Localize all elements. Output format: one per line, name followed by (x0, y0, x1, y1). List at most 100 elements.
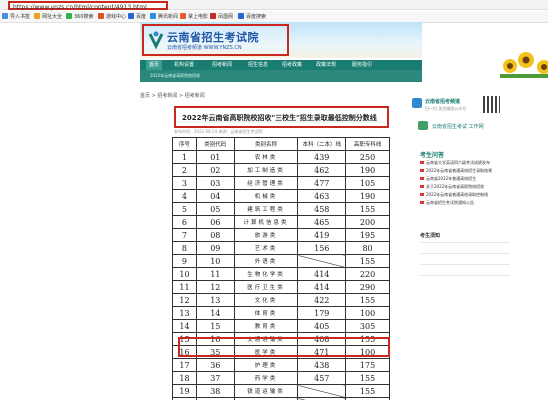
table-header-cell: 高职专科线 (345, 137, 390, 151)
bookmark-item[interactable]: 凤凰网 (210, 13, 233, 21)
table-cell: 155 (345, 254, 390, 268)
bookmark-icon (98, 13, 104, 19)
table-cell: 旅游类 (233, 228, 299, 242)
table-cell: 计算机信息类 (233, 215, 299, 229)
table-cell: 414 (297, 267, 347, 281)
table-row: 2 02 加工制造类 462 190 (172, 163, 390, 177)
table-cell: 155 (345, 371, 390, 385)
table-cell: 12 (172, 293, 197, 307)
breadcrumb[interactable]: 首页 > 招考新闻 > 招考新闻 (140, 92, 205, 99)
highlighted-row-marker (178, 337, 390, 357)
table-cell: 220 (345, 267, 390, 281)
divider (420, 264, 510, 265)
table-cell (297, 384, 347, 398)
table-cell: 179 (297, 306, 347, 320)
bookmark-icon (2, 13, 8, 19)
table-cell (297, 254, 347, 268)
nav-item-org[interactable]: 机构设置 (174, 60, 194, 70)
table-cell: 护理类 (233, 358, 299, 372)
table-cell: 体育类 (233, 306, 299, 320)
sidebar-app-title[interactable]: 云南省招考频道 (425, 98, 460, 105)
nav-item-admission[interactable]: 招生信息 (248, 60, 268, 70)
bookmark-item[interactable]: 游戏中心 (98, 13, 126, 21)
url-field[interactable]: https://www.ynzs.cn/html/content/4913.ht… (8, 1, 168, 11)
table-cell: 250 (345, 150, 390, 164)
table-cell: 6 (172, 215, 197, 229)
table-cell: 105 (345, 176, 390, 190)
table-cell: 155 (345, 202, 390, 216)
table-cell: 艺术类 (233, 241, 299, 255)
table-cell: 教育类 (233, 319, 299, 333)
nav-item-service[interactable]: 服务指引 (352, 60, 372, 70)
bookmark-item[interactable]: 掌上电影 (180, 13, 208, 21)
site-title: 云南省招生考试院 (167, 31, 259, 44)
table-cell: 文化类 (233, 293, 299, 307)
list-item[interactable]: 云南省大学英语四六级考试成绩发布 (420, 159, 510, 167)
list-item[interactable]: 2022年云南省普通高校招生录取结果 (420, 167, 510, 175)
table-cell: 机械类 (233, 189, 299, 203)
nav-item-laws[interactable]: 政策法规 (316, 60, 336, 70)
site-subtitle: 云南省招考频道 WWW.YNZS.CN (167, 45, 242, 51)
table-cell: 02 (195, 163, 235, 177)
table-row: 14 15 教育类 405 305 (172, 319, 390, 333)
screenshot-root: https://www.ynzs.cn/html/content/4913.ht… (0, 0, 548, 400)
table-row: 13 14 体育类 179 100 (172, 306, 390, 320)
sidebar-work-link[interactable]: 云南省招生考试 工作网 (432, 123, 484, 130)
table-row: 5 05 建筑工程类 458 155 (172, 202, 390, 216)
table-cell: 15 (195, 319, 235, 333)
list-item[interactable]: 2022年云南省普通高校录取控制线 (420, 191, 510, 199)
browser-address-bar: https://www.ynzs.cn/html/content/4913.ht… (0, 0, 548, 11)
logo-icon (148, 31, 164, 50)
list-item[interactable]: 关于2022年云南省高职院校招收 (420, 183, 510, 191)
table-cell: 457 (297, 371, 347, 385)
table-cell: 9 (172, 254, 197, 268)
table-cell: 462 (297, 163, 347, 177)
bookmark-item[interactable]: 腾讯新闻 (150, 13, 178, 21)
sunflower-decoration (500, 52, 548, 78)
bookmark-icon (128, 13, 134, 19)
subnav-text[interactable]: 2022年云南省高职院校招收 (150, 73, 200, 79)
table-cell: 155 (345, 384, 390, 398)
table-cell: 10 (195, 254, 235, 268)
app-icon (412, 98, 422, 108)
table-cell: 1 (172, 150, 197, 164)
bookmark-item[interactable]: 百度搜索 (238, 13, 266, 21)
table-row: 19 38 铁道运输类 155 (172, 384, 390, 398)
bookmark-icon (238, 13, 244, 19)
table-cell: 195 (345, 228, 390, 242)
table-cell: 80 (345, 241, 390, 255)
nav-item-home[interactable]: 首页 (146, 60, 163, 70)
bookmark-item[interactable]: 导入书签 (2, 13, 30, 21)
bookmark-item[interactable]: 百度 (128, 13, 146, 21)
bookmark-item[interactable]: 360搜索 (66, 13, 94, 21)
main-nav: 首页 机构设置 招考新闻 招生信息 招考政策 政策法规 服务指引 (140, 60, 422, 70)
divider (420, 275, 510, 276)
table-cell: 10 (172, 267, 197, 281)
qr-code-icon (483, 96, 500, 113)
list-item[interactable]: 云南省2022年普通高校招生 (420, 175, 510, 183)
table-cell: 13 (172, 306, 197, 320)
table-cell: 12 (195, 280, 235, 294)
bookmark-item[interactable]: 网址大全 (34, 13, 62, 21)
nav-item-news[interactable]: 招考新闻 (212, 60, 232, 70)
table-cell: 药学类 (233, 371, 299, 385)
list-item[interactable]: 云南省招生考试院通知公告 (420, 199, 510, 207)
work-site-icon (418, 121, 428, 130)
bookmark-icon (66, 13, 72, 19)
table-row: 4 04 机械类 463 190 (172, 189, 390, 203)
sidebar-notice-list (420, 242, 510, 286)
article-meta: 发布时间：2022-08-24 来源：云南省招生考试院 (174, 129, 263, 134)
table-header-cell: 类别名称 (233, 137, 299, 151)
table-cell: 经济管理类 (233, 176, 299, 190)
site-logo[interactable]: 云南省招生考试院 云南省招考频道 WWW.YNZS.CN (142, 24, 289, 56)
bookmark-icon (180, 13, 186, 19)
table-header-cell: 本科（二本）线 (297, 137, 347, 151)
table-cell: 156 (297, 241, 347, 255)
article-title-highlight: 2022年云南省高职院校招收"三校生"招生录取最低控制分数线 (174, 106, 389, 128)
table-cell: 14 (195, 306, 235, 320)
sidebar-app-note: 扫一扫 关注微信公众号 (425, 106, 467, 111)
table-cell: 农林类 (233, 150, 299, 164)
table-cell: 477 (297, 176, 347, 190)
nav-item-policy[interactable]: 招考政策 (282, 60, 302, 70)
table-cell: 465 (297, 215, 347, 229)
